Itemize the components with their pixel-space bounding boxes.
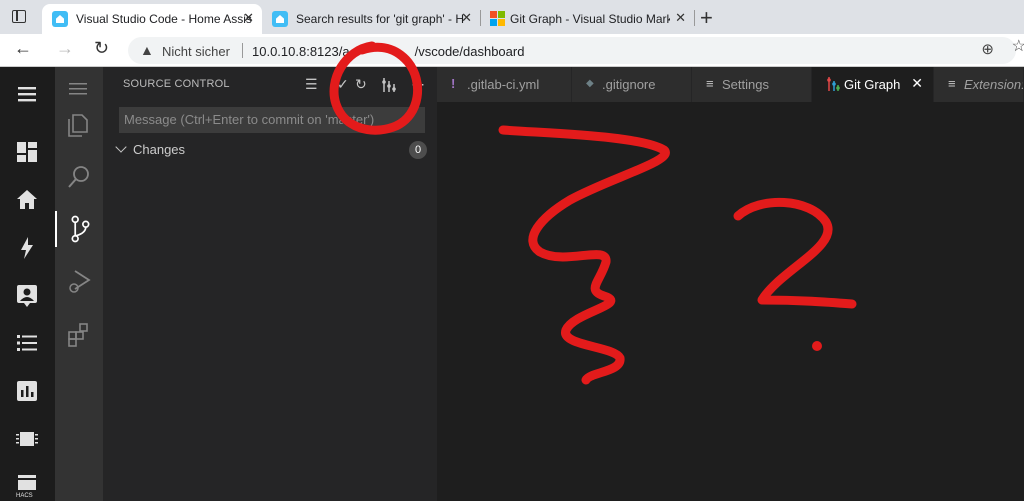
editor-tab-extension[interactable]: ≡ Extension:	[934, 67, 1024, 102]
warning-icon[interactable]: ▲	[140, 42, 154, 58]
editor-tab-gitignore[interactable]: ◆ .gitignore	[572, 67, 692, 102]
search-icon[interactable]	[65, 163, 93, 191]
tab-label: .gitlab-ci.yml	[467, 77, 540, 92]
close-tab-icon[interactable]: ✕	[243, 10, 254, 26]
yaml-file-icon: !	[451, 76, 456, 91]
source-control-icon[interactable]	[55, 211, 103, 247]
tab-label: .gitignore	[602, 77, 656, 92]
browser-tab-strip: Visual Studio Code - Home Assis ✕ Search…	[0, 0, 1024, 34]
git-graph-icon[interactable]	[381, 77, 397, 93]
editor-area	[437, 102, 1024, 501]
hacs-label: HACS	[16, 493, 33, 499]
zoom-icon[interactable]: ⊕	[981, 40, 994, 58]
energy-icon[interactable]	[14, 235, 40, 261]
forward-arrow-icon[interactable]: →	[56, 38, 74, 59]
tab-label: Settings	[722, 77, 769, 92]
editor-tab-git-graph[interactable]: Git Graph ✕	[812, 67, 934, 102]
editor-tab-settings[interactable]: ≡ Settings	[692, 67, 812, 102]
url-field[interactable]: ▲ Nicht sicher 10.0.10.8:8123/a /vscode/…	[128, 37, 1016, 64]
browser-tab-marketplace[interactable]: Git Graph - Visual Studio Market ✕	[480, 4, 694, 34]
browser-tab-vscode[interactable]: Visual Studio Code - Home Assis ✕	[42, 4, 262, 34]
run-debug-icon[interactable]	[65, 267, 93, 295]
security-label[interactable]: Nicht sicher	[162, 44, 230, 59]
reload-icon[interactable]: ↻	[94, 38, 109, 59]
chip-icon[interactable]	[14, 426, 40, 452]
activity-bar	[55, 67, 103, 501]
view-as-list-icon[interactable]: ☰	[305, 76, 318, 93]
git-graph-icon	[827, 77, 840, 91]
extensions-icon[interactable]	[65, 321, 93, 349]
explorer-icon[interactable]	[65, 111, 93, 139]
chevron-down-icon[interactable]	[115, 141, 127, 153]
bookmark-star-icon[interactable]: ☆	[1012, 36, 1024, 56]
menu-icon[interactable]	[14, 81, 40, 107]
close-tab-icon[interactable]: ✕	[675, 10, 686, 26]
panel-title: SOURCE CONTROL	[123, 78, 230, 90]
tab-separator	[694, 10, 695, 26]
close-icon[interactable]: ✕	[911, 75, 923, 92]
git-file-icon: ◆	[586, 78, 594, 89]
tab-label: Extension:	[964, 77, 1024, 92]
microsoft-icon	[490, 11, 506, 27]
tab-actions-icon[interactable]	[12, 10, 26, 23]
ha-sidebar	[0, 67, 55, 501]
editor-tab-gitlab-ci[interactable]: ! .gitlab-ci.yml	[437, 67, 572, 102]
changes-label: Changes	[133, 142, 186, 157]
settings-file-icon: ≡	[706, 76, 714, 91]
hacs-icon[interactable]	[14, 469, 40, 495]
commit-check-icon[interactable]: ✓	[337, 76, 349, 93]
person-card-icon[interactable]	[14, 282, 40, 308]
refresh-icon[interactable]: ↻	[355, 76, 367, 93]
home-assistant-icon	[52, 11, 68, 27]
source-control-panel: SOURCE CONTROL ☰ ✓ ↻ ⋯ Message (Ctrl+Ent…	[103, 67, 437, 501]
history-icon[interactable]	[14, 378, 40, 404]
new-tab-button[interactable]: +	[700, 5, 713, 31]
changes-count-badge: 0	[409, 141, 427, 159]
tab-title: Git Graph - Visual Studio Market	[510, 12, 670, 26]
browser-tab-search[interactable]: Search results for 'git graph' - H ✕	[262, 4, 480, 34]
extension-file-icon: ≡	[948, 76, 956, 91]
home-assistant-icon	[272, 11, 288, 27]
commit-message-input[interactable]: Message (Ctrl+Enter to commit on 'master…	[119, 107, 425, 133]
tab-title: Visual Studio Code - Home Assis	[76, 12, 252, 26]
home-icon[interactable]	[14, 187, 40, 213]
back-arrow-icon[interactable]: ←	[14, 38, 32, 59]
url-text[interactable]: 10.0.10.8:8123/a /vscode/dashboard	[252, 44, 524, 59]
tab-label: Git Graph	[844, 77, 901, 92]
logbook-icon[interactable]	[14, 330, 40, 356]
url-separator	[242, 43, 243, 58]
changes-group[interactable]: Changes 0	[103, 139, 437, 161]
more-actions-icon[interactable]: ⋯	[411, 76, 425, 93]
tab-title: Search results for 'git graph' - H	[296, 12, 464, 26]
close-tab-icon[interactable]: ✕	[461, 10, 472, 26]
hamburger-menu-icon[interactable]	[65, 75, 93, 103]
dashboard-icon[interactable]	[14, 139, 40, 165]
editor-tab-bar: ! .gitlab-ci.yml ◆ .gitignore ≡ Settings…	[437, 67, 1024, 102]
address-bar-row: ← → ↻ ▲ Nicht sicher 10.0.10.8:8123/a /v…	[0, 34, 1024, 67]
